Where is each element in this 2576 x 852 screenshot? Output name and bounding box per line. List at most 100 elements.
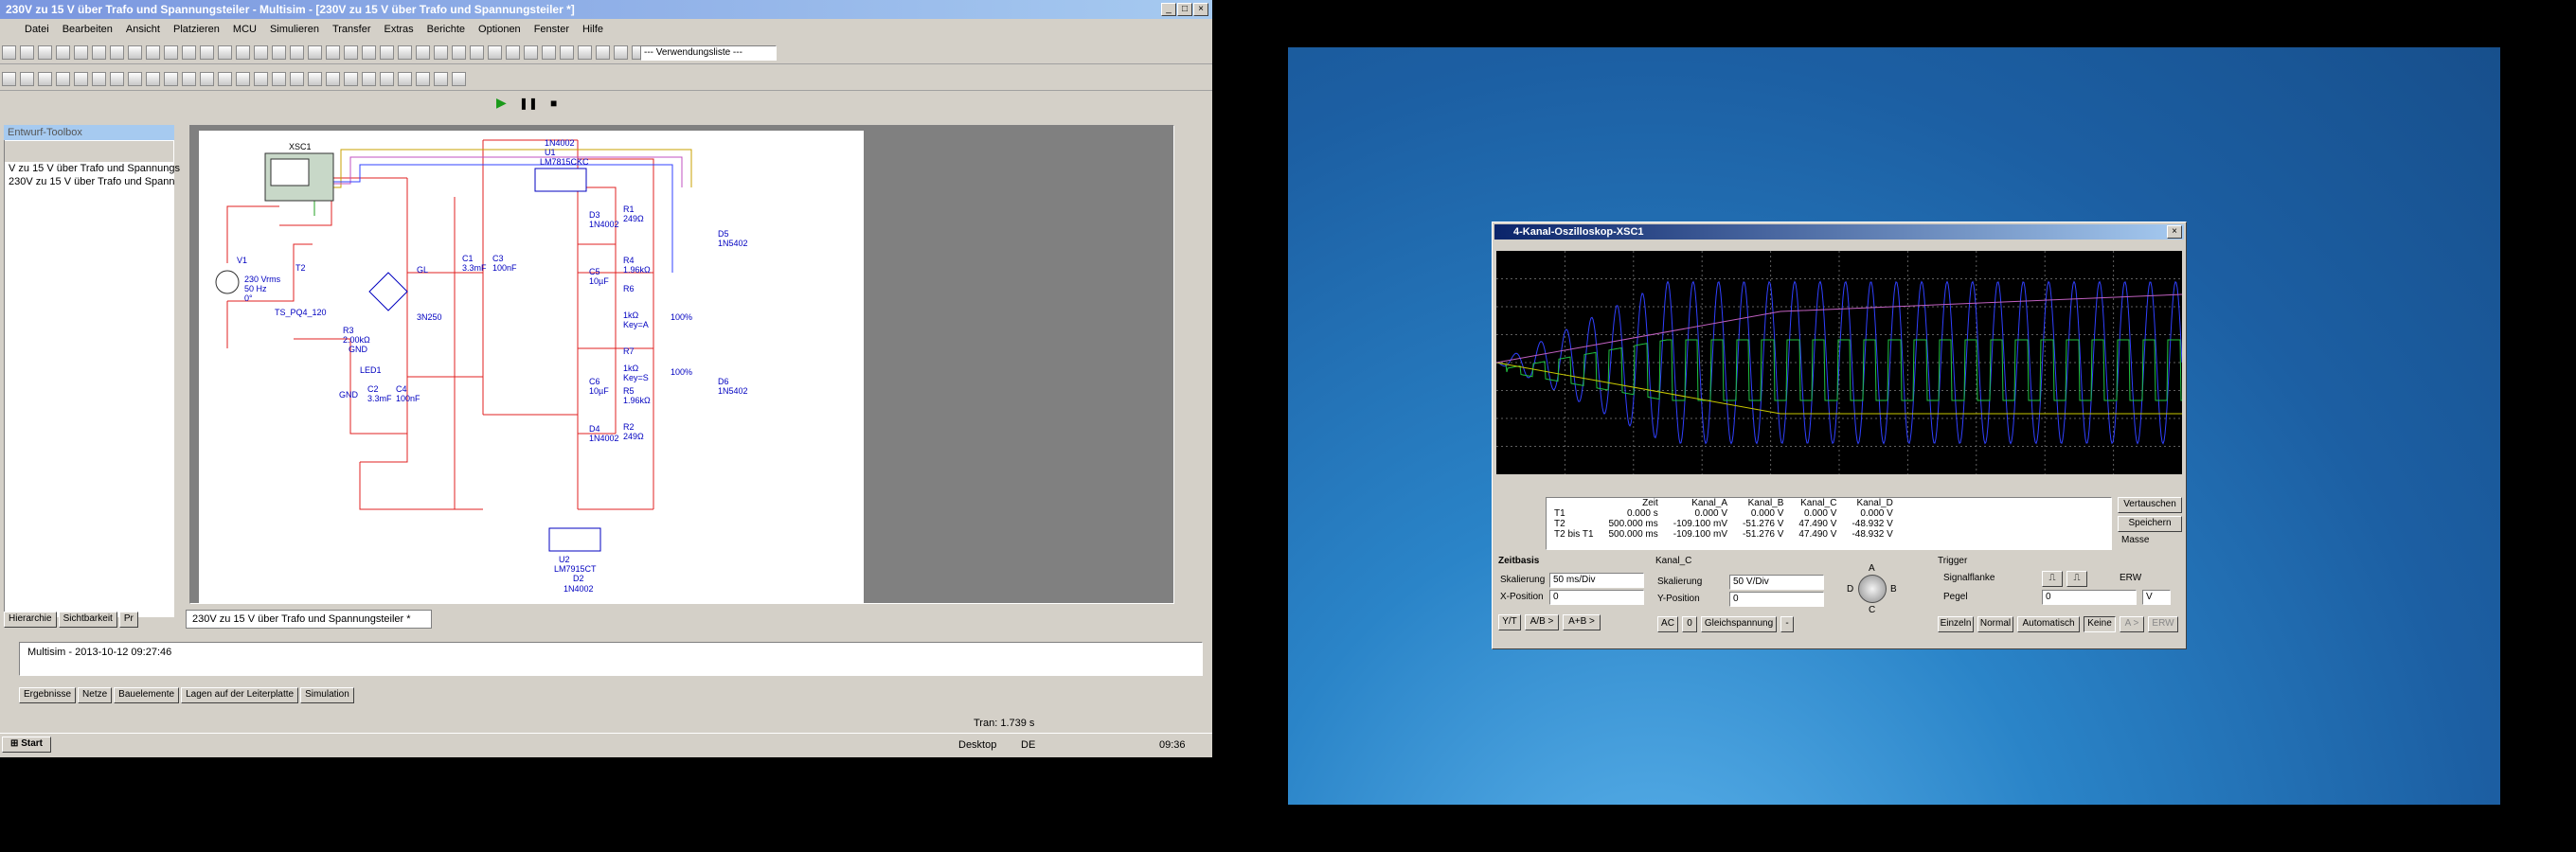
toolbar-icon[interactable] [434, 45, 448, 60]
oscilloscope-close-button[interactable]: × [2167, 225, 2182, 239]
toolbar-icon[interactable] [362, 45, 376, 60]
menu-item[interactable]: Extras [384, 24, 413, 37]
toolbar-icon[interactable] [128, 72, 142, 86]
usage-list-dropdown[interactable]: --- Verwendungsliste --- [640, 45, 777, 61]
toolbar-icon[interactable] [362, 72, 376, 86]
tab-hierarchie[interactable]: Hierarchie [4, 612, 57, 628]
desktop-label[interactable]: Desktop [958, 739, 996, 751]
start-button[interactable]: ⊞ Start [2, 737, 51, 753]
toolbar-icon[interactable] [308, 72, 322, 86]
schematic-sheet[interactable]: XSC1 V1 230 Vrms 50 Hz 0° T2 TS_PQ4_120 … [199, 131, 864, 604]
toolbar-icon[interactable] [146, 45, 160, 60]
ab-button[interactable]: A/B > [1525, 614, 1559, 630]
minimize-button[interactable]: _ [1161, 3, 1176, 16]
toolbox-item[interactable]: 230V zu 15 V über Trafo und Spann [5, 175, 175, 188]
level-unit[interactable]: V [2142, 590, 2171, 605]
ext-trigger-button[interactable]: ERW [2148, 616, 2178, 632]
swap-button[interactable]: Vertauschen [2118, 497, 2182, 513]
toolbar-icon[interactable] [110, 72, 124, 86]
x-position-input[interactable]: 0 [1549, 590, 1644, 605]
toolbar-icon[interactable] [344, 72, 358, 86]
menu-item[interactable]: Ansicht [126, 24, 160, 37]
menu-item[interactable]: MCU [233, 24, 257, 37]
rising-edge-button[interactable]: ⎍ [2042, 571, 2063, 587]
toolbar-icon[interactable] [128, 45, 142, 60]
toolbar-icon[interactable] [326, 72, 340, 86]
toolbar-icon[interactable] [38, 72, 52, 86]
menu-item[interactable]: Berichte [427, 24, 465, 37]
language-indicator[interactable]: DE [1021, 739, 1035, 751]
single-button[interactable]: Einzeln [1938, 616, 1974, 632]
toolbar-icon[interactable] [254, 72, 268, 86]
toolbar-icon[interactable] [308, 45, 322, 60]
toolbar-icon[interactable] [164, 45, 178, 60]
dc-button[interactable]: Gleichspannung [1701, 616, 1777, 632]
tab-sichtbarkeit[interactable]: Sichtbarkeit [58, 612, 117, 628]
tab-simulation[interactable]: Simulation [300, 687, 354, 703]
toolbar-icon[interactable] [2, 72, 16, 86]
toolbar-icon[interactable] [218, 45, 232, 60]
toolbar-icon[interactable] [344, 45, 358, 60]
toolbar-icon[interactable] [2, 45, 16, 60]
toolbar-icon[interactable] [452, 45, 466, 60]
toolbar-icon[interactable] [74, 45, 88, 60]
pause-icon[interactable]: ❚❚ [519, 97, 538, 110]
toolbar-icon[interactable] [20, 45, 34, 60]
auto-button[interactable]: Automatisch [2017, 616, 2080, 632]
menu-item[interactable]: Datei [25, 24, 49, 37]
toolbar-icon[interactable] [164, 72, 178, 86]
toolbar-icon[interactable] [218, 72, 232, 86]
tab-netze[interactable]: Netze [78, 687, 113, 703]
tab-bauelemente[interactable]: Bauelemente [114, 687, 180, 703]
toolbar-icon[interactable] [56, 45, 70, 60]
timebase-scale-input[interactable]: 50 ms/Div [1549, 573, 1644, 588]
tab-projekt[interactable]: Pr [118, 612, 138, 628]
toolbar-icon[interactable] [74, 72, 88, 86]
channel-a-trigger-button[interactable]: A > [2120, 616, 2144, 632]
channel-selector-knob[interactable] [1858, 575, 1887, 603]
stop-icon[interactable]: ■ [550, 97, 557, 110]
menu-item[interactable]: Transfer [332, 24, 371, 37]
toolbar-icon[interactable] [254, 45, 268, 60]
toolbar-icon[interactable] [182, 72, 196, 86]
toolbar-icon[interactable] [596, 45, 610, 60]
toolbar-icon[interactable] [416, 72, 430, 86]
run-icon[interactable]: ▶ [496, 95, 507, 110]
toolbar-icon[interactable] [290, 72, 304, 86]
toolbar-icon[interactable] [182, 45, 196, 60]
toolbar-icon[interactable] [452, 72, 466, 86]
toolbox-item[interactable]: V zu 15 V über Trafo und Spannungs [5, 162, 180, 175]
toolbar-icon[interactable] [416, 45, 430, 60]
toolbar-icon[interactable] [470, 45, 484, 60]
minus-button[interactable]: - [1780, 616, 1794, 632]
normal-button[interactable]: Normal [1977, 616, 2013, 632]
toolbar-icon[interactable] [20, 72, 34, 86]
y-position-input[interactable]: 0 [1729, 592, 1824, 607]
zero-button[interactable]: 0 [1682, 616, 1697, 632]
toolbar-icon[interactable] [380, 72, 394, 86]
toolbar-icon[interactable] [488, 45, 502, 60]
toolbar-icon[interactable] [236, 45, 250, 60]
close-button[interactable]: × [1193, 3, 1208, 16]
tab-ergebnisse[interactable]: Ergebnisse [19, 687, 77, 703]
menu-item[interactable]: Optionen [478, 24, 521, 37]
menu-item[interactable]: Fenster [534, 24, 569, 37]
toolbar-icon[interactable] [524, 45, 538, 60]
toolbar-icon[interactable] [146, 72, 160, 86]
toolbar-icon[interactable] [434, 72, 448, 86]
toolbar-icon[interactable] [38, 45, 52, 60]
toolbar-icon[interactable] [272, 45, 286, 60]
toolbar-icon[interactable] [542, 45, 556, 60]
level-input[interactable]: 0 [2042, 590, 2137, 605]
toolbar-icon[interactable] [110, 45, 124, 60]
toolbar-icon[interactable] [380, 45, 394, 60]
menu-item[interactable]: Hilfe [582, 24, 603, 37]
toolbar-icon[interactable] [398, 72, 412, 86]
toolbar-icon[interactable] [56, 72, 70, 86]
ac-button[interactable]: AC [1657, 616, 1678, 632]
toolbar-icon[interactable] [614, 45, 628, 60]
toolbar-icon[interactable] [272, 72, 286, 86]
toolbar-icon[interactable] [92, 72, 106, 86]
toolbar-icon[interactable] [200, 45, 214, 60]
toolbar-icon[interactable] [398, 45, 412, 60]
